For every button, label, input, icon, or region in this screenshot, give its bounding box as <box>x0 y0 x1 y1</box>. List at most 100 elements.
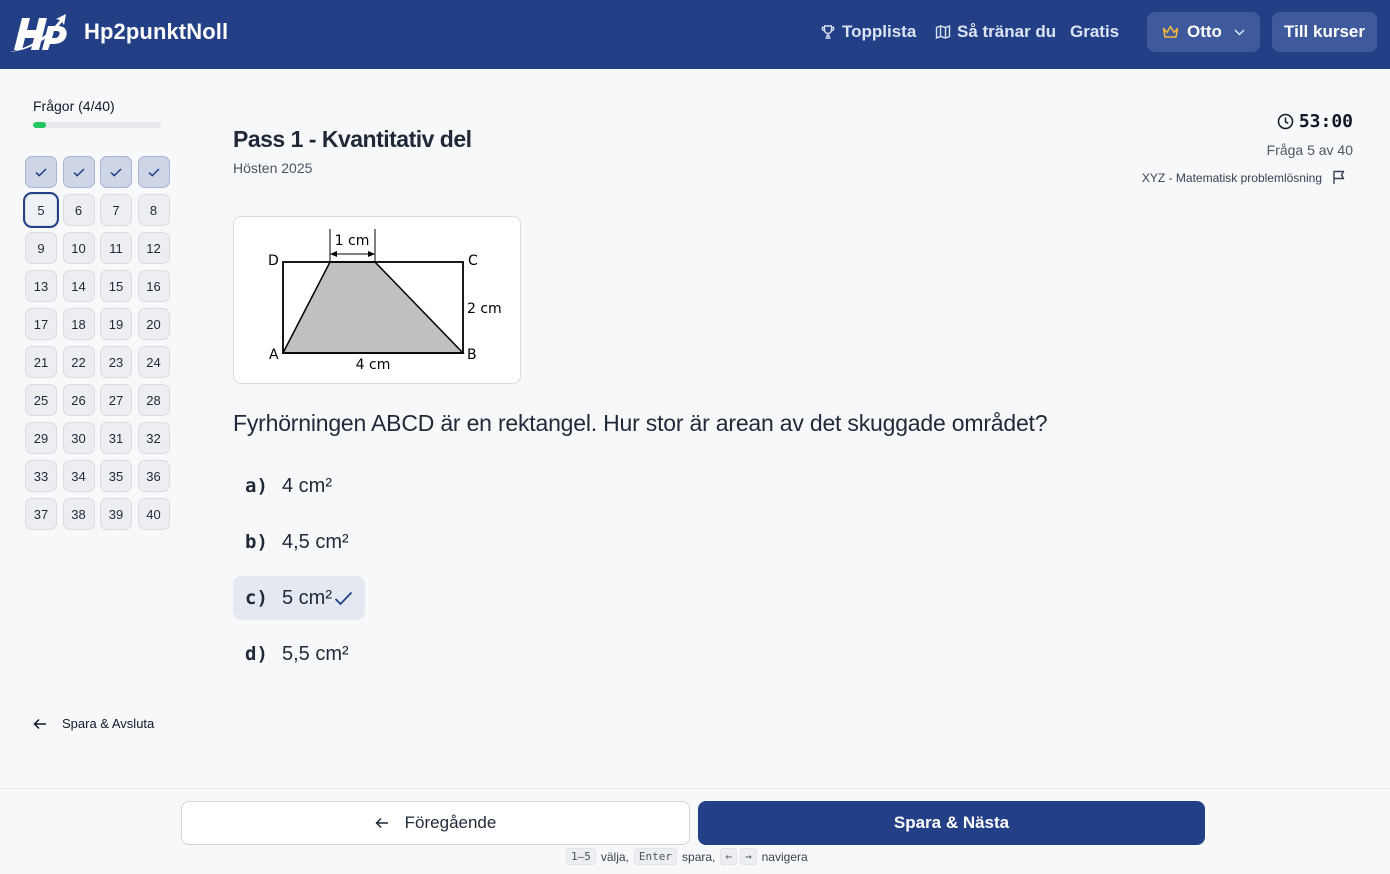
save-next-button[interactable]: Spara & Nästa <box>698 801 1205 845</box>
question-nav-button[interactable]: 38 <box>62 498 95 530</box>
question-nav-button[interactable]: 20 <box>137 308 170 340</box>
question-nav-button[interactable]: 30 <box>62 422 95 454</box>
question-grid: 5 6 7 8 9 10 11 12 13 14 15 16 17 18 19 20 21 22 23 24 25 26 2… <box>25 156 170 530</box>
label-b: B <box>467 347 477 363</box>
question-nav-button[interactable]: 23 <box>100 346 132 378</box>
question-nav-button[interactable] <box>137 156 170 188</box>
category-label: XYZ - Matematisk problemlösning <box>1141 170 1322 185</box>
check-icon <box>35 167 47 177</box>
answer-letter: c) <box>245 587 268 609</box>
question-nav-button[interactable]: 13 <box>25 270 57 302</box>
question-nav-button[interactable]: 9 <box>25 232 57 264</box>
timer: 53:00 <box>1277 111 1353 132</box>
nav-how-to-train-label: Så tränar du <box>957 22 1057 41</box>
save-exit-link[interactable]: Spara & Avsluta <box>33 716 154 731</box>
kbd-left: ← <box>720 848 737 865</box>
progress-fill <box>33 122 46 128</box>
previous-label: Föregående <box>404 813 497 832</box>
question-nav-button[interactable]: 26 <box>62 384 95 416</box>
map-icon <box>935 24 951 40</box>
timer-value: 53:00 <box>1298 111 1353 132</box>
questions-heading: Frågor (4/40) <box>33 98 115 114</box>
question-nav-button[interactable]: 18 <box>62 308 95 340</box>
question-text: Fyrhörningen ABCD är en rektangel. Hur s… <box>233 410 1048 436</box>
user-menu-button[interactable]: Otto <box>1147 12 1260 52</box>
answer-text: 5 cm² <box>282 586 332 609</box>
user-name: Otto <box>1187 22 1222 41</box>
answer-option-b[interactable]: b) 4,5 cm² <box>233 520 361 564</box>
flag-icon[interactable] <box>1332 170 1346 185</box>
question-nav-button[interactable]: 40 <box>137 498 170 530</box>
question-nav-button[interactable]: 27 <box>100 384 132 416</box>
hint-save-text: spara, <box>682 849 716 864</box>
shaded-area <box>281 261 465 354</box>
arrow-left-icon <box>375 817 388 829</box>
nav-free[interactable]: Gratis <box>1070 22 1119 42</box>
arrow-left-icon <box>33 718 46 729</box>
question-nav-button[interactable]: 22 <box>62 346 95 378</box>
nav-leaderboard-label: Topplista <box>842 22 917 41</box>
answer-text: 4 cm² <box>282 474 332 497</box>
crown-icon <box>1162 25 1179 38</box>
label-right: 2 cm <box>467 301 502 317</box>
answer-letter: a) <box>245 475 268 497</box>
progress-bar <box>33 122 161 128</box>
previous-button[interactable]: Föregående <box>181 801 690 845</box>
question-nav-button[interactable]: 28 <box>137 384 170 416</box>
answer-letter: d) <box>245 643 268 665</box>
save-exit-label: Spara & Avsluta <box>62 716 155 731</box>
question-nav-button[interactable]: 32 <box>137 422 170 454</box>
label-top: 1 cm <box>335 233 370 249</box>
answer-letter: b) <box>245 531 268 553</box>
brand-name[interactable]: Hp2punktNoll <box>84 19 228 45</box>
question-nav-button[interactable]: 31 <box>100 422 132 454</box>
question-nav-button[interactable]: 34 <box>62 460 95 492</box>
question-nav-button[interactable]: 21 <box>25 346 57 378</box>
question-nav-button[interactable]: 25 <box>25 384 57 416</box>
answer-text: 5,5 cm² <box>282 642 349 665</box>
question-category: XYZ - Matematisk problemlösning <box>1142 170 1346 185</box>
question-nav-button[interactable]: 7 <box>100 194 132 226</box>
label-d: D <box>268 253 279 269</box>
label-bottom: 4 cm <box>356 357 391 373</box>
question-nav-button[interactable]: 12 <box>137 232 170 264</box>
question-nav-button[interactable]: 29 <box>25 422 57 454</box>
answer-text: 4,5 cm² <box>282 530 349 553</box>
check-icon <box>72 167 85 177</box>
clock-icon <box>1277 113 1294 130</box>
question-nav-button[interactable]: 36 <box>137 460 170 492</box>
question-nav-button[interactable]: 11 <box>100 232 132 264</box>
question-nav-button[interactable]: 16 <box>137 270 170 302</box>
question-nav-button[interactable]: 24 <box>137 346 170 378</box>
question-nav-button[interactable]: 39 <box>100 498 132 530</box>
page-title: Pass 1 - Kvantitativ del <box>233 126 472 152</box>
page-subtitle: Hösten 2025 <box>233 160 313 176</box>
question-nav-button[interactable] <box>62 156 95 188</box>
courses-button[interactable]: Till kurser <box>1272 12 1377 52</box>
answer-option-d[interactable]: d) 5,5 cm² <box>233 632 361 676</box>
kbd-select: 1–5 <box>566 848 596 865</box>
keyboard-hint: 1–5 välja, Enter spara, ← → navigera <box>566 848 813 865</box>
logo-icon <box>10 14 67 52</box>
answer-option-c[interactable]: c) 5 cm² <box>233 576 365 620</box>
footer-divider <box>0 788 1390 789</box>
answer-option-a[interactable]: a) 4 cm² <box>233 464 344 508</box>
question-nav-button[interactable]: 17 <box>25 308 57 340</box>
question-nav-button[interactable]: 19 <box>100 308 132 340</box>
nav-leaderboard[interactable]: Topplista <box>820 22 916 42</box>
kbd-enter: Enter <box>633 848 678 865</box>
question-nav-button[interactable]: 6 <box>62 194 95 226</box>
question-nav-button[interactable] <box>25 156 57 188</box>
question-nav-button[interactable]: 14 <box>62 270 95 302</box>
question-nav-button[interactable]: 37 <box>25 498 57 530</box>
nav-how-to-train[interactable]: Så tränar du <box>935 22 1056 42</box>
question-nav-button[interactable]: 10 <box>62 232 95 264</box>
question-nav-button[interactable]: 35 <box>100 460 132 492</box>
question-nav-button[interactable]: 8 <box>137 194 170 226</box>
question-nav-button[interactable] <box>100 156 132 188</box>
kbd-right: → <box>740 848 757 865</box>
logo[interactable] <box>8 12 70 54</box>
question-nav-button[interactable]: 15 <box>100 270 132 302</box>
question-nav-button[interactable]: 5 <box>25 194 57 226</box>
question-nav-button[interactable]: 33 <box>25 460 57 492</box>
